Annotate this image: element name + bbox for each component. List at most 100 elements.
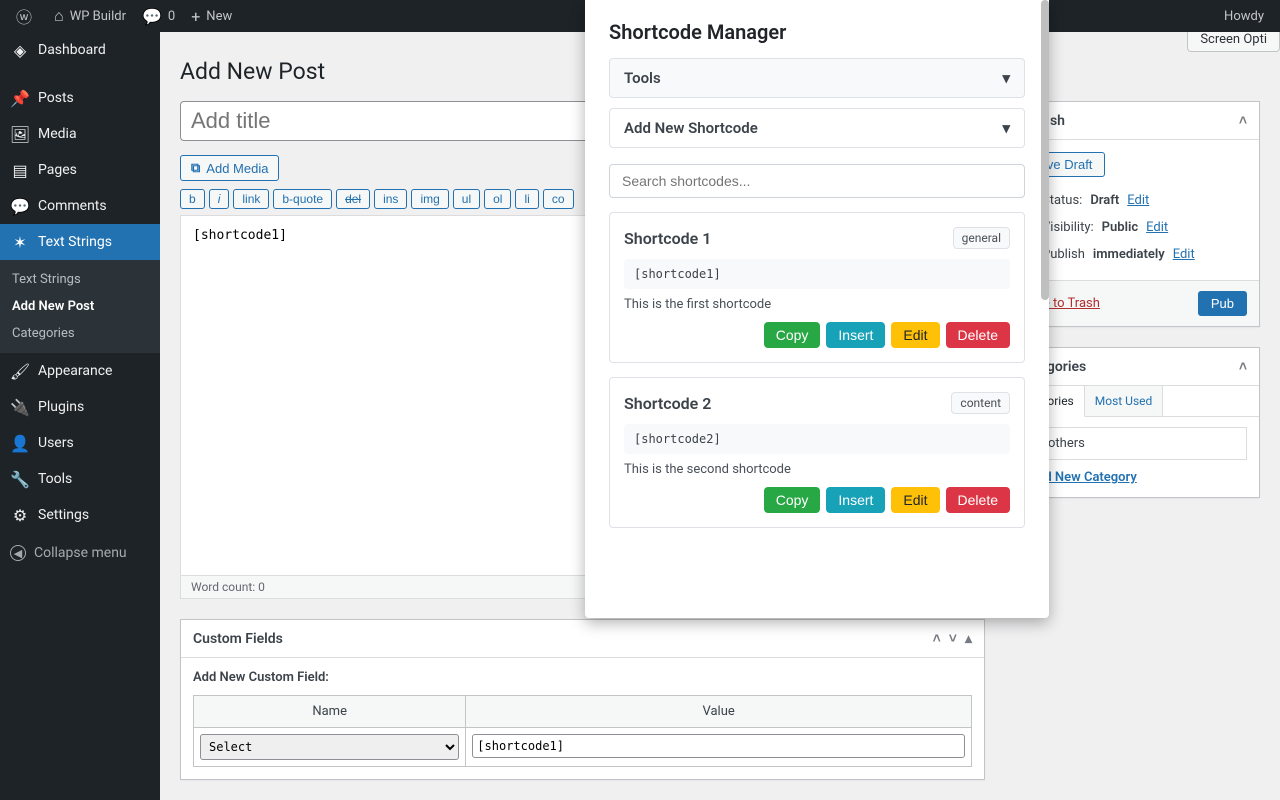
add-media-label: Add Media (206, 161, 268, 176)
sidebar-label: Plugins (38, 399, 84, 415)
sidebar-label: Settings (38, 507, 89, 523)
new-label: New (206, 9, 232, 24)
sidebar-item-tools[interactable]: 🔧 Tools (0, 461, 160, 497)
sc-desc: This is the second shortcode (624, 462, 1010, 477)
wordpress-icon: ⓦ (16, 4, 32, 28)
howdy-link[interactable]: Howdy (1216, 0, 1272, 32)
custom-fields-title: Custom Fields (193, 631, 283, 647)
media-icon: 🖼 (10, 124, 30, 144)
chevron-up-icon[interactable]: ˄ (1239, 358, 1247, 375)
sidebar-item-comments[interactable]: 💬Comments (0, 188, 160, 224)
sc-edit-button[interactable]: Edit (891, 487, 939, 513)
ed-link[interactable]: link (233, 189, 269, 209)
ed-bold[interactable]: b (180, 189, 205, 209)
comments-count: 0 (168, 9, 175, 24)
ed-ul[interactable]: ul (453, 189, 480, 209)
wrench-icon: 🔧 (10, 469, 30, 489)
tab-categories-most-used[interactable]: Most Used (1085, 386, 1164, 416)
ed-del[interactable]: del (336, 189, 370, 209)
ed-bquote[interactable]: b-quote (273, 189, 332, 209)
brush-icon: 🖌 (10, 361, 30, 381)
sc-card-title: Shortcode 1 (624, 229, 711, 248)
sc-search-input[interactable] (609, 164, 1025, 198)
publish-button[interactable]: Pub (1198, 291, 1247, 316)
status-value: Draft (1090, 193, 1119, 208)
caret-up-icon[interactable]: ▴ (965, 631, 972, 647)
sc-code: [shortcode1] (624, 259, 1010, 289)
dashboard-icon: ◈ (10, 40, 30, 60)
collapse-menu[interactable]: ◀Collapse menu (0, 537, 160, 569)
sidebar-item-pages[interactable]: ▤ Pages (0, 152, 160, 188)
add-media-button[interactable]: ⧉Add Media (180, 155, 279, 181)
wp-logo[interactable]: ⓦ (8, 0, 46, 32)
visibility-label: Visibility: (1042, 220, 1094, 235)
sidebar-label: Pages (38, 162, 77, 178)
sc-accordion-add-new[interactable]: Add New Shortcode▾ (609, 108, 1025, 148)
sidebar-item-posts[interactable]: 📌Posts (0, 80, 160, 116)
chevron-down-icon[interactable]: ˅ (949, 630, 957, 647)
chevron-up-icon[interactable]: ˄ (1239, 112, 1247, 129)
publish-value: immediately (1093, 247, 1165, 262)
ed-li[interactable]: li (515, 189, 538, 209)
new-content-link[interactable]: +New (183, 0, 240, 32)
sidebar-item-text-strings[interactable]: ✶ Text Strings (0, 224, 160, 260)
comments-link[interactable]: 💬0 (134, 0, 183, 32)
submenu-categories[interactable]: Categories (0, 320, 160, 347)
sc-acc-label: Tools (624, 69, 661, 87)
edit-visibility-link[interactable]: Edit (1146, 220, 1168, 235)
howdy-text: Howdy (1224, 9, 1264, 24)
edit-status-link[interactable]: Edit (1127, 193, 1149, 208)
sc-accordion-tools[interactable]: Tools▾ (609, 58, 1025, 98)
submenu-text-strings[interactable]: Text Strings (0, 266, 160, 293)
custom-fields-table: Name Value Select (193, 695, 972, 767)
screen-options-button[interactable]: Screen Opti (1187, 32, 1280, 52)
comment-icon: 💬 (142, 7, 162, 26)
sc-copy-button[interactable]: Copy (764, 322, 821, 348)
sidebar-label: Appearance (38, 363, 112, 379)
category-item[interactable]: others (1027, 436, 1238, 451)
site-link[interactable]: ⌂ WP Buildr (46, 0, 134, 32)
collapse-icon: ◀ (10, 545, 26, 561)
screen-meta-links: Screen Opti (1181, 32, 1280, 47)
sc-delete-button[interactable]: Delete (946, 487, 1010, 513)
sidebar-item-settings[interactable]: ⚙ Settings (0, 497, 160, 533)
submenu-add-new-post[interactable]: Add New Post (0, 293, 160, 320)
cf-name-select[interactable]: Select (200, 734, 459, 760)
chevron-up-icon[interactable]: ˄ (933, 630, 941, 647)
ed-img[interactable]: img (411, 189, 448, 209)
sidebar-label: Media (38, 126, 77, 142)
cf-value-input[interactable] (472, 734, 965, 758)
sc-card: Shortcode 2content [shortcode2] This is … (609, 377, 1025, 528)
sidebar-item-plugins[interactable]: 🔌Plugins (0, 389, 160, 425)
sidebar-item-media[interactable]: 🖼 Media (0, 116, 160, 152)
sc-copy-button[interactable]: Copy (764, 487, 821, 513)
sidebar-item-appearance[interactable]: 🖌 Appearance (0, 353, 160, 389)
sidebar-item-dashboard[interactable]: ◈Dashboard (0, 32, 160, 68)
sidebar-label: Text Strings (38, 234, 112, 250)
sidebar-item-users[interactable]: 👤Users (0, 425, 160, 461)
sc-edit-button[interactable]: Edit (891, 322, 939, 348)
cf-col-name: Name (194, 696, 466, 728)
ed-italic[interactable]: i (209, 189, 230, 209)
ed-code[interactable]: co (543, 189, 574, 209)
sidebar-label: Users (38, 435, 74, 451)
home-icon: ⌂ (54, 6, 64, 26)
sc-insert-button[interactable]: Insert (826, 322, 885, 348)
visibility-value: Public (1102, 220, 1138, 235)
custom-fields-subtitle: Add New Custom Field: (193, 670, 972, 685)
site-name: WP Buildr (70, 9, 126, 24)
edit-publish-link[interactable]: Edit (1173, 247, 1195, 262)
caret-down-icon: ▾ (1002, 119, 1010, 137)
sc-delete-button[interactable]: Delete (946, 322, 1010, 348)
settings-icon: ⚙ (10, 505, 30, 525)
ed-ol[interactable]: ol (484, 189, 511, 209)
sc-card-title: Shortcode 2 (624, 394, 711, 413)
star-icon: ✶ (10, 232, 30, 252)
cf-col-value: Value (466, 696, 972, 728)
ed-ins[interactable]: ins (374, 189, 407, 209)
pages-icon: ▤ (10, 160, 30, 180)
category-list: others (1018, 427, 1247, 460)
sc-code: [shortcode2] (624, 424, 1010, 454)
sidebar-label: Tools (38, 471, 72, 487)
sc-insert-button[interactable]: Insert (826, 487, 885, 513)
